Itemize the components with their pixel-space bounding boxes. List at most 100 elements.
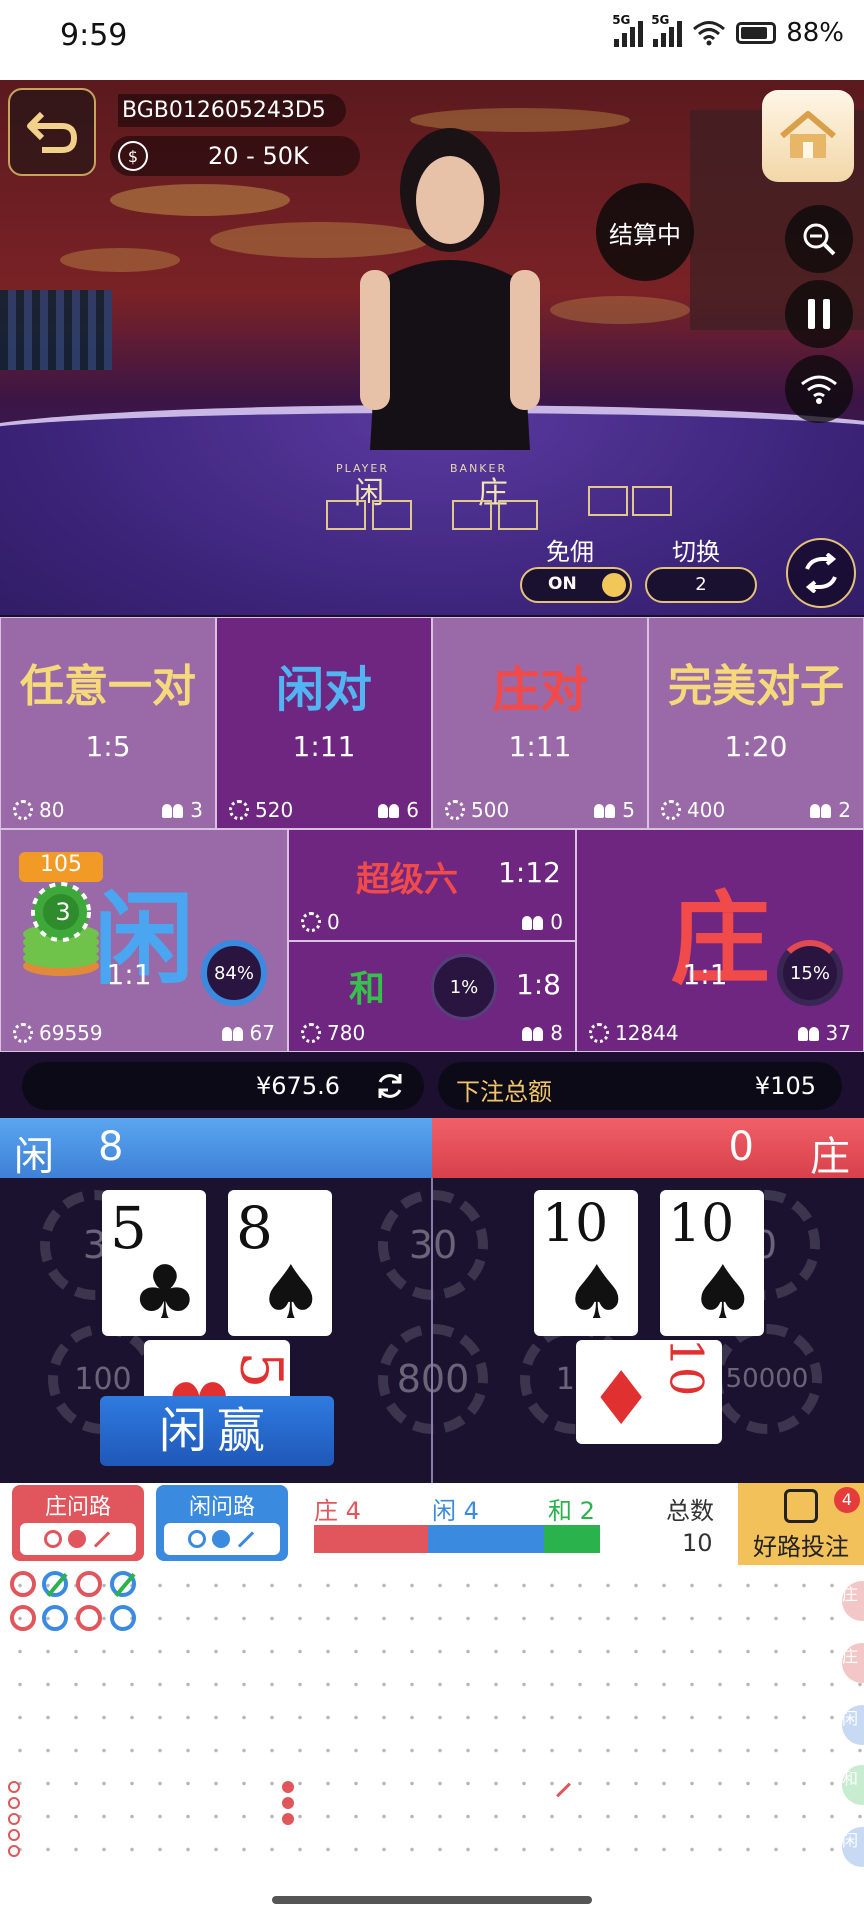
bet-amount: 780 (301, 1021, 365, 1045)
banker-result-header: 0 庄 (432, 1118, 864, 1180)
result-divider (431, 1178, 433, 1483)
commission-free-toggle[interactable]: ON (520, 567, 632, 603)
total-count: 10 (682, 1529, 713, 1557)
side-road-chip: 庄 (842, 1581, 864, 1621)
bet-amount: 500 (445, 798, 509, 822)
total-bet: 下注总额 ¥105 (438, 1062, 842, 1110)
side-road-chip: 闲 (842, 1827, 864, 1867)
people-icon (378, 802, 400, 818)
bet-banker-pair[interactable]: 庄对 1:11 500 5 (432, 617, 648, 829)
ask-road-icons (20, 1523, 136, 1555)
road-bead-player (42, 1605, 68, 1631)
player-ask-road-button[interactable]: 闲问路 (156, 1485, 288, 1561)
refresh-icon[interactable] (374, 1070, 406, 1102)
cockroach-icon (237, 1530, 255, 1548)
people-icon (522, 1025, 544, 1041)
bet-players: 0 (522, 910, 563, 934)
player-percent: 84% (201, 940, 267, 1006)
bet-limit-value: 20 - 50K (208, 142, 309, 170)
card-slot (326, 500, 366, 530)
status-icons: 5G 5G 88% (612, 13, 844, 48)
road-dot (282, 1797, 294, 1809)
blurred-region (0, 290, 112, 370)
bet-odds: 1:5 (85, 730, 131, 763)
banker-ratio-bar (314, 1525, 428, 1553)
tie-count: 和 2 (548, 1497, 595, 1525)
player-card-2: 8 ♠ (228, 1190, 332, 1336)
road-dot (282, 1781, 294, 1793)
bet-title: 任意一对 (20, 661, 196, 712)
winner-label: 闲赢 (100, 1396, 334, 1466)
bet-amount: 80 (13, 798, 64, 822)
bet-tie[interactable]: 和 1% 1:8 780 8 (288, 941, 576, 1052)
tie-ratio-bar (544, 1525, 600, 1553)
dice-icon (784, 1489, 818, 1523)
bet-amount: 0 (301, 910, 340, 934)
bet-title: 闲对 (275, 662, 372, 718)
back-button[interactable] (8, 88, 96, 176)
big-eye-icon (188, 1530, 206, 1548)
battery-icon (736, 22, 777, 44)
bet-perfect-pair[interactable]: 完美对子 1:20 400 2 (648, 617, 864, 829)
home-icon (780, 111, 836, 158)
bet-odds: 1:12 (498, 856, 561, 889)
coin-stack-icon (301, 912, 321, 932)
pause-icon (808, 299, 830, 329)
total-bet-label: 下注总额 (456, 1078, 552, 1106)
coin-stack-icon (445, 800, 465, 820)
banker-card-2: 10 ♠ (660, 1190, 764, 1336)
zoom-button[interactable] (785, 205, 853, 273)
balance-amount: ¥675.6 (256, 1072, 340, 1100)
coin-stack-icon (13, 1023, 33, 1043)
home-button[interactable] (762, 90, 854, 182)
player-count: 闲 4 (432, 1497, 479, 1525)
bet-player-pair[interactable]: 闲对 1:11 520 6 (216, 617, 432, 829)
status-bar: 9:59 5G 5G 88% (0, 0, 864, 80)
total-bet-amount: ¥105 (754, 1072, 816, 1100)
good-road-badge: 4 (834, 1487, 860, 1513)
network-button[interactable] (785, 355, 853, 423)
bet-banker[interactable]: 庄 1:1 15% 12844 37 (576, 829, 864, 1052)
road-dot (282, 1813, 294, 1825)
road-bead-player-tie (110, 1571, 136, 1597)
player-result-header: 闲 8 (0, 1118, 432, 1180)
coin-stack-icon (13, 800, 33, 820)
bet-any-pair[interactable]: 任意一对 1:5 80 3 (0, 617, 216, 829)
people-icon (221, 1025, 244, 1041)
wifi-icon (693, 21, 726, 46)
switch-table-button[interactable]: 2 (645, 567, 757, 603)
side-road-chip: 和 (842, 1765, 864, 1805)
ask-road-icons (164, 1523, 280, 1555)
card-slot (452, 500, 492, 530)
good-road-bet-button[interactable]: 4 好路投注 (738, 1483, 864, 1565)
swap-view-button[interactable] (786, 538, 856, 608)
signal-icon-2: 5G (651, 13, 683, 47)
bet-players: 2 (810, 798, 851, 822)
bet-amount: 12844 (589, 1021, 679, 1045)
road-bead-banker (10, 1605, 36, 1631)
bet-panel: 任意一对 1:5 80 3 闲对 1:11 520 6 庄对 1:11 500 … (0, 617, 864, 1052)
road-bead-banker (10, 1571, 36, 1597)
road-dot (8, 1813, 20, 1825)
zoom-out-icon (803, 223, 836, 256)
good-road-label: 好路投注 (753, 1533, 849, 1561)
swap-icon (805, 553, 837, 593)
home-indicator[interactable] (272, 1896, 592, 1904)
bet-title: 和 (349, 969, 386, 1010)
my-bet-amount: 105 (19, 852, 103, 882)
commission-free-label: 免佣 (546, 538, 594, 566)
tie-percent: 1% (431, 954, 497, 1020)
banker-ask-road-button[interactable]: 庄问路 (12, 1485, 144, 1561)
bet-super-six[interactable]: 超级六 1:12 0 0 (288, 829, 576, 941)
road-dot (8, 1829, 20, 1841)
card-slot (632, 486, 672, 516)
coin-stack-icon (301, 1023, 321, 1043)
player-card-1: 5 ♣ (102, 1190, 206, 1336)
road-bead-player (110, 1605, 136, 1631)
banker-card-3: 10 ♦ (576, 1338, 722, 1444)
pause-button[interactable] (785, 280, 853, 348)
bet-amount: 400 (661, 798, 725, 822)
banker-ask-label: 庄问路 (44, 1495, 111, 1520)
banker-score: 0 (728, 1124, 754, 1170)
bet-players: 67 (221, 1021, 275, 1045)
